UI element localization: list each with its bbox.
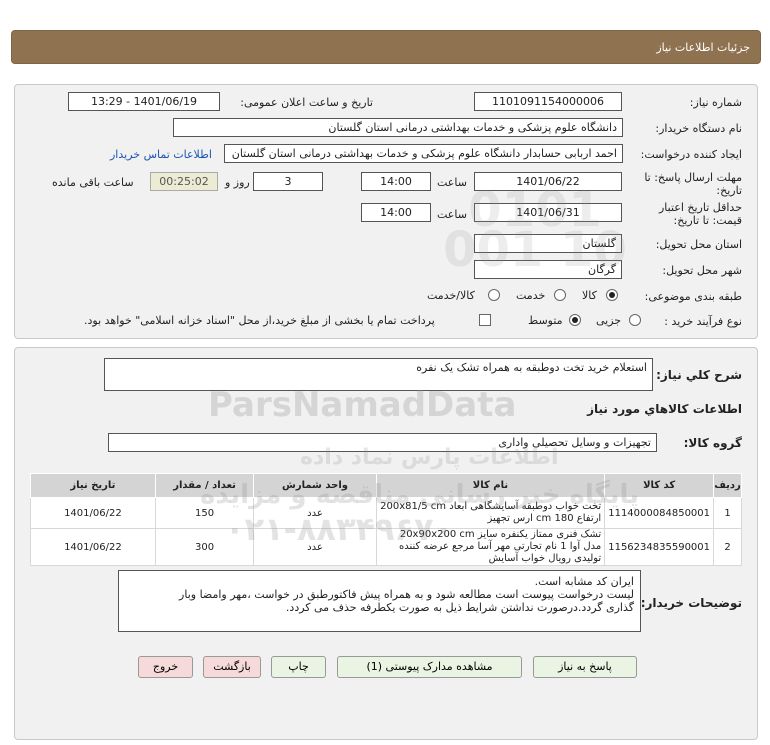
row-qty: 150 (154, 497, 255, 529)
province-label: استان محل تحویل: (655, 238, 742, 251)
need-number-label: شماره نیاز: (689, 96, 742, 109)
buyer-org-field: دانشگاه علوم پزشکی و خدمات بهداشتی درمان… (173, 118, 623, 137)
row-qty: 300 (154, 528, 255, 566)
announce-date-field: 1401/06/19 - 13:29 (68, 92, 220, 111)
buyer-notes-box: ایران کد مشابه است. لیست درخواست پیوست ا… (118, 570, 641, 632)
remaining-label: ساعت باقی مانده (52, 176, 134, 189)
row-index: 1 (713, 497, 742, 529)
validity-time-field: 14:00 (361, 203, 431, 222)
page-header: جزئیات اطلاعات نیاز (11, 30, 761, 64)
table-header-row: ردیف کد کالا نام کالا واحد شمارش تعداد /… (30, 473, 742, 498)
deadline-time-label: ساعت (437, 176, 467, 189)
col-index: ردیف (713, 473, 742, 498)
row-date: 1401/06/22 (30, 528, 156, 566)
buyer-org-label: نام دستگاه خریدار: (655, 122, 742, 135)
summary-field: استعلام خرید تخت دوطبقه به همراه تشک یک … (104, 358, 653, 391)
countdown-field: 00:25:02 (150, 172, 218, 191)
city-label: شهر محل تحویل: (662, 264, 742, 277)
row-index: 2 (713, 528, 742, 566)
col-qty: تعداد / مقدار (154, 473, 255, 498)
table-row: 1 1114000084850001 تخت خواب دوطبقه آسایش… (30, 497, 742, 529)
deadline-time-field: 14:00 (361, 172, 431, 191)
row-code: 1114000084850001 (604, 497, 715, 529)
announce-date-label: تاریخ و ساعت اعلان عمومی: (240, 96, 373, 109)
process-label: نوع فرآیند خرید : (664, 315, 742, 328)
validity-label-2: قیمت: تا تاریخ: (673, 214, 742, 227)
col-name: نام کالا (375, 473, 606, 498)
category-goods-radio[interactable] (606, 289, 618, 301)
category-goods-service-label: کالا/خدمت (427, 289, 475, 302)
row-unit: عدد (253, 497, 377, 529)
validity-label: حداقل تاریخ اعتبار (658, 201, 742, 214)
validity-time-label: ساعت (437, 208, 467, 221)
goods-group-field: تجهیزات و وسایل تحصیلی واداری (108, 433, 657, 452)
print-button[interactable]: چاپ (271, 656, 326, 678)
process-medium-label: متوسط (528, 314, 563, 327)
deadline-label: مهلت ارسال پاسخ: تا (644, 171, 742, 184)
days-remaining-field: 3 (253, 172, 323, 191)
process-medium-radio[interactable] (569, 314, 581, 326)
category-goods-service-radio[interactable] (488, 289, 500, 301)
col-code: کد کالا (604, 473, 715, 498)
page-title: جزئیات اطلاعات نیاز (656, 41, 750, 54)
table-row: 2 1156234835590001 تشک فنری ممتاز یکنفره… (30, 528, 742, 566)
category-service-label: خدمت (516, 289, 546, 302)
buyer-notes-line: ایران کد مشابه است. (534, 575, 634, 588)
deadline-label-2: تاریخ: (716, 184, 742, 197)
process-partial-label: جزیی (596, 314, 622, 327)
back-button[interactable]: بازگشت (203, 656, 261, 678)
goods-section-title: اطلاعات کالاهاي مورد نياز (587, 402, 742, 416)
row-code: 1156234835590001 (604, 528, 715, 566)
buyer-notes-line: گذاری گردد.درصورت نداشتن شرایط ذیل به صو… (285, 601, 634, 614)
treasury-payment-checkbox[interactable] (479, 314, 491, 326)
buyer-notes-label: توضیحات خریدار: (640, 596, 742, 610)
buyer-notes-line: لیست درخواست پیوست است مطالعه شود و به ه… (179, 588, 634, 601)
exit-button[interactable]: خروج (138, 656, 193, 678)
row-unit: عدد (253, 528, 377, 566)
category-label: طبقه بندی موضوعی: (644, 290, 742, 303)
buyer-contact-link[interactable]: اطلاعات تماس خریدار (110, 148, 212, 161)
reply-button[interactable]: پاسخ به نیاز (533, 656, 637, 678)
goods-group-label: گروه کالا: (683, 436, 742, 450)
validity-date-field: 1401/06/31 (474, 203, 622, 222)
view-attachments-button[interactable]: مشاهده مدارک پیوستی (1) (337, 656, 522, 678)
summary-label: شرح کلي نياز: (656, 368, 742, 382)
process-partial-radio[interactable] (629, 314, 641, 326)
col-unit: واحد شمارش (253, 473, 377, 498)
row-date: 1401/06/22 (30, 497, 156, 529)
province-field: گلستان (474, 234, 622, 253)
goods-table: ردیف کد کالا نام کالا واحد شمارش تعداد /… (30, 473, 742, 566)
row-name: تشک فنری ممتاز یکنفره سایز 20x90x200 cm … (375, 528, 606, 566)
category-goods-label: کالا (582, 289, 597, 302)
treasury-payment-note: پرداخت تمام یا بخشی از مبلغ خرید،از محل … (84, 314, 435, 327)
col-date: تاریخ نیاز (30, 473, 156, 498)
creator-field: احمد اربابی حسابدار دانشگاه علوم پزشکی و… (224, 144, 623, 163)
city-field: گرگان (474, 260, 622, 279)
days-label: روز و (225, 176, 250, 189)
category-service-radio[interactable] (554, 289, 566, 301)
row-name: تخت خواب دوطبقه آسایشگاهی ابعاد 200x81/5… (375, 497, 606, 529)
creator-label: ایجاد کننده درخواست: (640, 148, 742, 161)
need-number-field: 1101091154000006 (474, 92, 622, 111)
deadline-date-field: 1401/06/22 (474, 172, 622, 191)
